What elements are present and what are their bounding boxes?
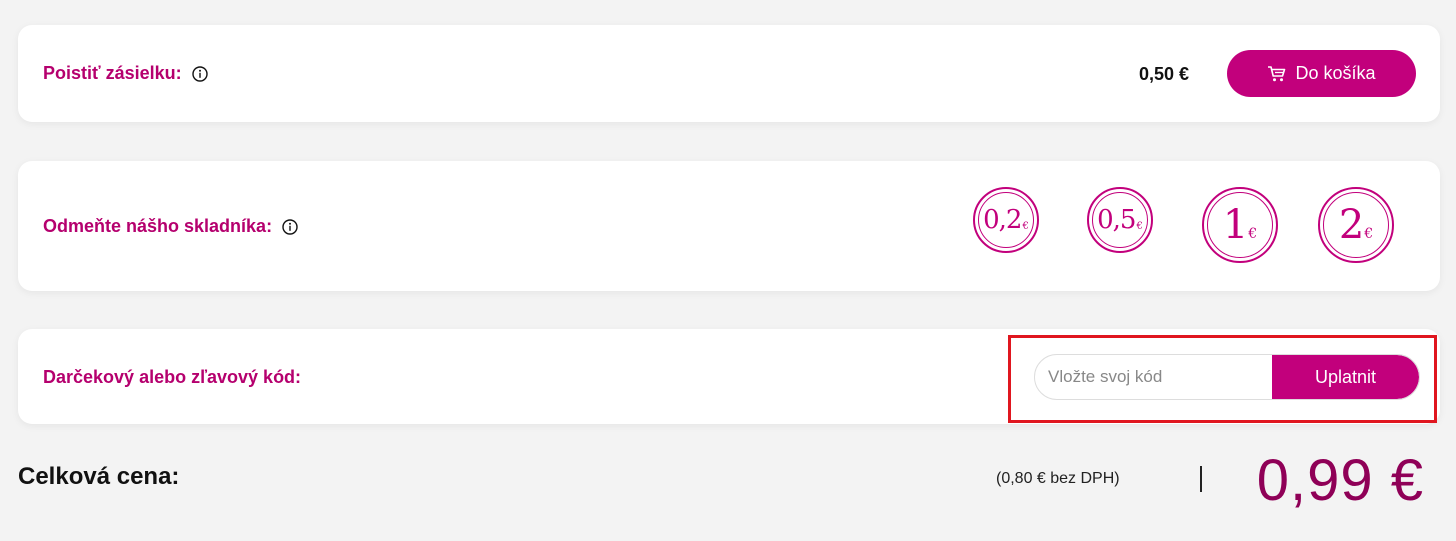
coin-currency: € (1248, 226, 1258, 242)
tip-label-row: Odmeňte nášho skladníka: (43, 216, 298, 237)
code-form: Uplatnit (1034, 354, 1420, 400)
coin-value: 0,2 (983, 205, 1022, 235)
coin-currency: € (1022, 220, 1029, 232)
info-icon[interactable] (191, 65, 208, 82)
coin-value: 1 (1222, 202, 1248, 248)
insurance-card: Poistiť zásielku: 0,50 € Do košíka (18, 25, 1440, 122)
info-icon[interactable] (282, 218, 298, 235)
insurance-price: 0,50 € (1138, 64, 1189, 84)
total-net-price: (0,80 € bez DPH) (996, 470, 1120, 487)
coin-0-5-button[interactable]: 0,5 € (1087, 187, 1153, 253)
cart-icon (1268, 65, 1286, 81)
coin-value: 2 (1338, 202, 1364, 248)
tip-label: Odmeňte nášho skladníka: (43, 216, 273, 236)
insurance-label-row: Poistiť zásielku: (43, 63, 208, 84)
coin-1-button[interactable]: 1 € (1202, 187, 1278, 263)
code-label: Darčekový alebo zľavový kód: (43, 367, 302, 387)
code-card: Darčekový alebo zľavový kód: Uplatnit (18, 329, 1440, 424)
insurance-label: Poistiť zásielku: (43, 63, 182, 83)
coin-currency: € (1364, 226, 1374, 242)
coin-0-2-button[interactable]: 0,2 € (973, 187, 1039, 253)
coin-currency: € (1136, 220, 1143, 232)
add-to-cart-button[interactable]: Do košíka (1227, 50, 1416, 97)
tip-card: Odmeňte nášho skladníka: 0,2 € 0,5 € 1 €… (18, 161, 1440, 291)
code-input[interactable] (1035, 355, 1272, 399)
total-divider (1200, 466, 1202, 492)
apply-code-button[interactable]: Uplatnit (1272, 355, 1419, 399)
total-price: 0,99 € (1256, 448, 1424, 513)
coin-2-button[interactable]: 2 € (1318, 187, 1394, 263)
add-to-cart-label: Do košíka (1295, 63, 1376, 83)
total-label: Celková cena: (18, 463, 180, 490)
coin-value: 0,5 (1097, 205, 1136, 235)
